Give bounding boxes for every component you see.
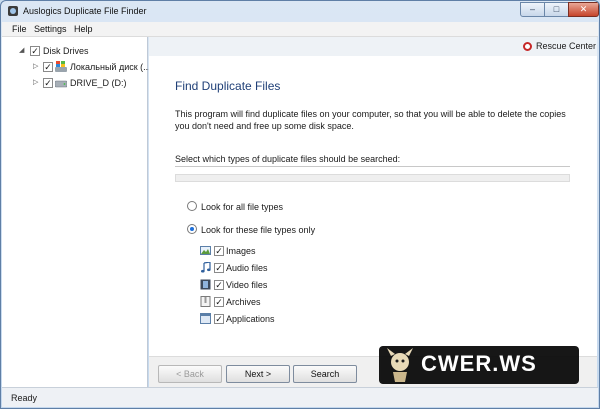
archives-checkbox[interactable]: ✓ bbox=[214, 297, 224, 307]
watermark: CWER.WS bbox=[379, 346, 579, 384]
film-icon bbox=[200, 279, 211, 290]
windows-drive-icon bbox=[55, 61, 67, 72]
tree-item-label: Локальный диск (... bbox=[70, 62, 151, 72]
menu-help[interactable]: Help bbox=[74, 24, 93, 34]
minimize-button[interactable]: – bbox=[520, 2, 545, 17]
tree-item-local-disk[interactable]: ▷ ✓ Локальный диск (... bbox=[2, 61, 151, 75]
next-button[interactable]: Next > bbox=[226, 365, 290, 383]
rescue-center-link[interactable]: Rescue Center bbox=[536, 41, 596, 51]
tree-item-label: Disk Drives bbox=[43, 46, 89, 56]
expand-arrow-icon[interactable]: ▷ bbox=[33, 62, 38, 70]
content-toolbar: Rescue Center bbox=[149, 37, 597, 56]
menu-file[interactable]: File bbox=[12, 24, 27, 34]
file-type-label: Archives bbox=[226, 297, 261, 307]
file-type-label: Images bbox=[226, 246, 256, 256]
title-bar[interactable]: Auslogics Duplicate File Finder – □ ✕ bbox=[1, 1, 599, 22]
description-text: This program will find duplicate files o… bbox=[175, 109, 566, 131]
all-types-label[interactable]: Look for all file types bbox=[201, 202, 283, 212]
menu-settings[interactable]: Settings bbox=[34, 24, 67, 34]
hard-drive-icon bbox=[55, 80, 67, 88]
local-disk-checkbox[interactable]: ✓ bbox=[43, 62, 53, 72]
music-note-icon bbox=[201, 262, 211, 273]
images-checkbox[interactable]: ✓ bbox=[214, 246, 224, 256]
tree-item-drive-d[interactable]: ▷ ✓ DRIVE_D (D:) bbox=[2, 77, 142, 91]
watermark-text: CWER.WS bbox=[421, 351, 537, 376]
status-text: Ready bbox=[11, 393, 38, 403]
select-types-label: Select which types of duplicate files sh… bbox=[175, 154, 401, 164]
file-type-images[interactable]: ✓ Images bbox=[200, 245, 320, 257]
file-type-applications[interactable]: ✓ Applications bbox=[200, 313, 320, 325]
window-title: Auslogics Duplicate File Finder bbox=[23, 6, 147, 16]
divider bbox=[175, 166, 570, 167]
expand-arrow-icon[interactable]: ▷ bbox=[33, 78, 38, 86]
maximize-button[interactable]: □ bbox=[544, 2, 569, 17]
video-checkbox[interactable]: ✓ bbox=[214, 280, 224, 290]
menu-bar: File Settings Help bbox=[2, 22, 598, 37]
back-button[interactable]: < Back bbox=[158, 365, 222, 383]
file-type-label: Audio files bbox=[226, 263, 268, 273]
close-button[interactable]: ✕ bbox=[568, 2, 599, 17]
drive-d-checkbox[interactable]: ✓ bbox=[43, 78, 53, 88]
file-type-label: Video files bbox=[226, 280, 268, 290]
applications-checkbox[interactable]: ✓ bbox=[214, 314, 224, 324]
app-window: Auslogics Duplicate File Finder – □ ✕ Fi… bbox=[0, 0, 600, 409]
radio-selected-dot bbox=[190, 227, 194, 231]
selected-types-label[interactable]: Look for these file types only bbox=[201, 225, 315, 235]
search-button[interactable]: Search bbox=[293, 365, 357, 383]
tree-item-label: DRIVE_D (D:) bbox=[70, 78, 127, 88]
audio-checkbox[interactable]: ✓ bbox=[214, 263, 224, 273]
drive-tree: ◢ ✓ Disk Drives ▷ ✓ Локальный диск (... … bbox=[2, 37, 151, 387]
collapse-arrow-icon[interactable]: ◢ bbox=[19, 46, 24, 54]
info-strip bbox=[175, 174, 570, 182]
cartoon-mascot-icon bbox=[387, 348, 413, 382]
status-bar: Ready bbox=[2, 387, 598, 407]
page-title: Find Duplicate Files bbox=[175, 79, 281, 93]
application-icon bbox=[200, 313, 211, 324]
main-panel: Rescue Center Find Duplicate Files This … bbox=[149, 37, 597, 387]
lifebuoy-icon bbox=[523, 42, 532, 51]
file-type-label: Applications bbox=[226, 314, 275, 324]
selected-types-radio[interactable] bbox=[187, 224, 197, 234]
image-icon bbox=[200, 246, 211, 255]
file-type-audio[interactable]: ✓ Audio files bbox=[200, 262, 320, 274]
tree-item-disk-drives[interactable]: ◢ ✓ Disk Drives bbox=[2, 45, 142, 59]
file-type-archives[interactable]: ✓ Archives bbox=[200, 296, 320, 308]
archive-icon bbox=[200, 296, 211, 307]
all-types-radio[interactable] bbox=[187, 201, 197, 211]
app-icon bbox=[8, 6, 18, 16]
disk-drives-checkbox[interactable]: ✓ bbox=[30, 46, 40, 56]
file-type-video[interactable]: ✓ Video files bbox=[200, 279, 320, 291]
